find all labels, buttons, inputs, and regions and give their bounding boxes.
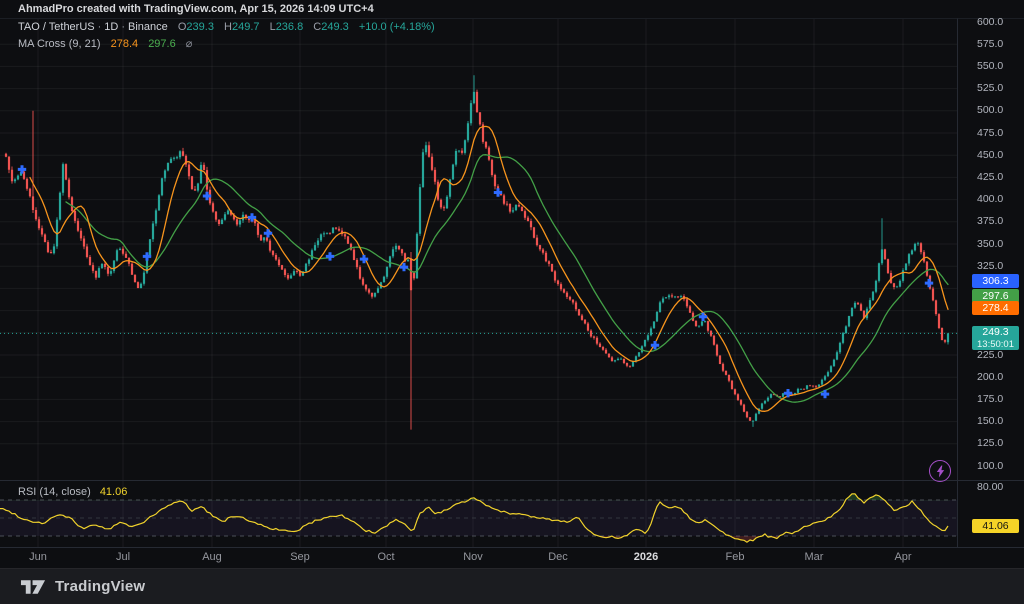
change-value: +10.0 (+4.18%) [359,21,435,33]
high-value: 249.7 [232,21,260,33]
attribution-text: AhmadPro created with TradingView.com, A… [18,3,374,15]
attribution-bar: AhmadPro created with TradingView.com, A… [0,0,1024,18]
lightning-bolt-icon [935,465,946,478]
indicator-options-icon[interactable]: ⌀ [186,38,193,50]
interval-label: 1D [104,21,118,33]
footer-bar: TradingView [0,568,1024,604]
symbol-legend-row: TAO / TetherUS·1D·Binance O239.3 H249.7 … [18,21,435,33]
tradingview-logo-icon[interactable] [20,577,47,597]
low-value: 236.8 [276,21,304,33]
high-label: H [224,21,232,33]
price-axis[interactable] [958,19,1024,547]
rsi-pane [0,494,957,542]
rsi-legend-row: RSI (14, close) 41.06 [18,486,127,498]
indicator-name: MA Cross (9, 21) [18,38,101,50]
price-pane [0,75,957,429]
rsi-value: 41.06 [100,486,128,498]
symbol-title: TAO / TetherUS [18,21,95,33]
open-value: 239.3 [186,21,214,33]
separator: · [98,21,102,33]
separator: · [121,21,125,33]
close-value: 249.3 [321,21,349,33]
rsi-title: RSI (14, close) [18,486,91,498]
pane-separators [0,19,1024,548]
tradingview-chart-snapshot: AhmadPro created with TradingView.com, A… [0,0,1024,604]
exchange-label: Binance [128,21,168,33]
indicator-legend-row: MA Cross (9, 21) 278.4 297.6 ⌀ [18,37,192,50]
ma-fast-value: 278.4 [111,38,139,50]
boost-button[interactable] [929,460,951,482]
tradingview-brand-text[interactable]: TradingView [55,578,145,595]
time-axis[interactable] [0,548,957,567]
ma-slow-value: 297.6 [148,38,176,50]
chart-plot-canvas[interactable] [0,0,1024,604]
